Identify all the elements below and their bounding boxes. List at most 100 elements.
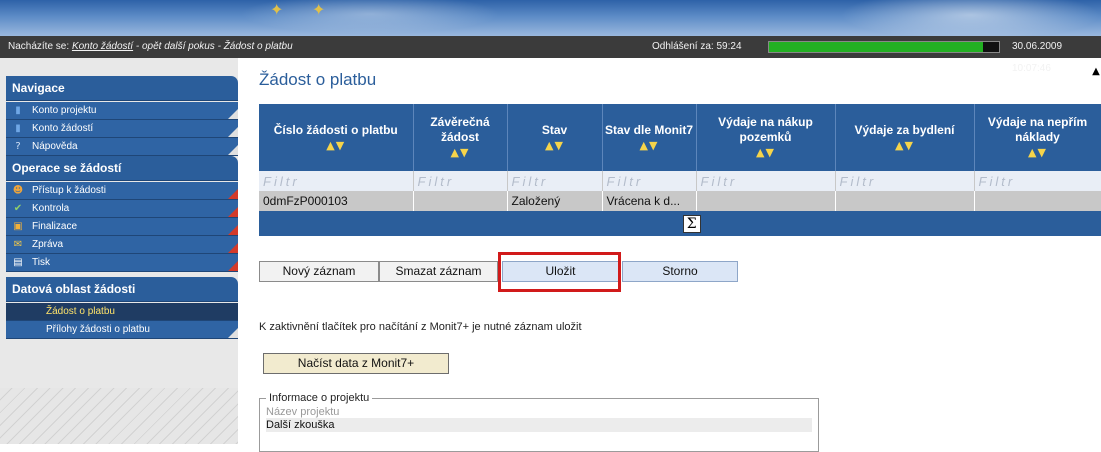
- sidebar-item-kontrola[interactable]: ✔ Kontrola: [6, 200, 238, 218]
- filter-input[interactable]: Filtr: [413, 171, 508, 191]
- table-cell: [696, 191, 836, 211]
- project-name-value: Další zkouška: [266, 418, 812, 432]
- sidebar-item-label: Tisk: [32, 257, 50, 268]
- sidebar: Navigace ▮ Konto projektu ▮ Konto žádost…: [0, 58, 238, 444]
- corner-decoration: [228, 145, 238, 155]
- corner-decoration: [228, 261, 238, 271]
- sidebar-item-prilohy-zadosti[interactable]: Přílohy žádosti o platbu: [6, 321, 238, 339]
- column-label: Číslo žádosti o platbu: [273, 122, 398, 137]
- scroll-up-arrow-icon[interactable]: ▲: [1091, 66, 1101, 78]
- sort-arrows-icon[interactable]: ▲▼: [977, 145, 1099, 160]
- main-content: Žádost o platbu Číslo žádosti o platbu ▲▼…: [238, 58, 1101, 452]
- sidebar-item-label: Zpráva: [32, 239, 64, 250]
- sidebar-item-label: Konto žádostí: [32, 123, 94, 134]
- table-cell: Založený: [507, 191, 603, 211]
- sidebar-item-label: Přílohy žádosti o platbu: [46, 324, 150, 335]
- sidebar-item-zadost-o-platbu[interactable]: Žádost o platbu: [6, 303, 238, 321]
- table-row[interactable]: 0dmFzP000103 Založený Vrácena k d...: [259, 191, 1101, 211]
- document-icon: ▤: [13, 257, 23, 268]
- column-header-stav-dle-monit7[interactable]: Stav dle Monit7 ▲▼: [602, 104, 697, 171]
- column-label: Stav: [541, 122, 568, 137]
- project-name-label: Název projektu: [266, 406, 340, 418]
- logout-timer: Odhlášení za: 59:24: [652, 41, 742, 52]
- column-header-vydaje-pozemky[interactable]: Výdaje na nákup pozemků ▲▼: [696, 104, 836, 171]
- table-footer-row: Σ: [259, 211, 1101, 236]
- filter-input[interactable]: Filtr: [602, 171, 697, 191]
- session-progress-fill: [769, 42, 983, 52]
- table-cell: Vrácena k d...: [602, 191, 697, 211]
- status-bar: Nacházíte se: Konto žádostí - opět další…: [0, 36, 1101, 74]
- sidebar-item-tisk[interactable]: ▤ Tisk: [6, 254, 238, 272]
- corner-decoration: [228, 225, 238, 235]
- corner-decoration: [228, 243, 238, 253]
- sidebar-item-label: Finalizace: [32, 221, 78, 232]
- sidebar-item-konto-zadosti[interactable]: ▮ Konto žádostí: [6, 120, 238, 138]
- filter-input[interactable]: Filtr: [696, 171, 836, 191]
- sidebar-item-finalizace[interactable]: ▣ Finalizace: [6, 218, 238, 236]
- filter-input[interactable]: Filtr: [974, 171, 1101, 191]
- cancel-button[interactable]: Storno: [622, 261, 738, 282]
- table-cell: [835, 191, 975, 211]
- corner-decoration: [228, 328, 238, 338]
- users-icon: ☻: [12, 185, 24, 196]
- sum-icon[interactable]: Σ: [682, 214, 701, 233]
- project-info-legend: Informace o projektu: [269, 392, 370, 404]
- sort-arrows-icon[interactable]: ▲▼: [416, 145, 505, 160]
- page-title: Žádost o platbu: [259, 70, 377, 89]
- breadcrumb: Nacházíte se: Konto žádostí - opět další…: [8, 36, 293, 58]
- sidebar-section-operace: Operace se žádostí: [6, 156, 238, 181]
- sort-arrows-icon[interactable]: ▲▼: [261, 138, 411, 153]
- column-header-vydaje-bydleni[interactable]: Výdaje za bydlení ▲▼: [835, 104, 975, 171]
- header-banner: ✦ ✦: [0, 0, 1101, 36]
- sidebar-section-datova-oblast: Datová oblast žádosti: [6, 277, 238, 302]
- sidebar-item-label: Přístup k žádosti: [32, 185, 106, 196]
- info-message: K zaktivnění tlačítek pro načítání z Mon…: [259, 321, 582, 333]
- book-icon: ▮: [15, 123, 21, 134]
- column-label: Stav dle Monit7: [604, 122, 693, 137]
- table-cell: [974, 191, 1101, 211]
- column-label: Výdaje za bydlení: [854, 122, 955, 137]
- column-header-vydaje-neprime[interactable]: Výdaje na nepřím náklady ▲▼: [974, 104, 1101, 171]
- project-info-fieldset: Informace o projektu Název projektu Dalš…: [259, 392, 819, 452]
- filter-input[interactable]: Filtr: [259, 171, 414, 191]
- sort-arrows-icon[interactable]: ▲▼: [605, 138, 694, 153]
- sidebar-item-label: Konto projektu: [32, 105, 97, 116]
- sidebar-item-napoveda[interactable]: ? Nápověda: [6, 138, 238, 156]
- check-icon: ✔: [13, 203, 23, 214]
- sort-arrows-icon[interactable]: ▲▼: [699, 145, 833, 160]
- corner-decoration: [228, 207, 238, 217]
- table-cell: [413, 191, 508, 211]
- table-cell: 0dmFzP000103: [259, 191, 414, 211]
- column-header-cislo-zadosti[interactable]: Číslo žádosti o platbu ▲▼: [259, 104, 414, 171]
- payment-requests-table: Číslo žádosti o platbu ▲▼ Závěrečná žádos…: [259, 104, 1101, 236]
- sidebar-item-konto-projektu[interactable]: ▮ Konto projektu: [6, 102, 238, 120]
- sidebar-item-label: Nápověda: [32, 141, 78, 152]
- session-progress-bar: [768, 41, 1000, 53]
- mail-icon: ✉: [13, 239, 23, 250]
- banner-decoration: [840, 0, 1101, 36]
- column-header-zaverecna-zadost[interactable]: Závěrečná žádost ▲▼: [413, 104, 508, 171]
- sidebar-item-pristup-k-zadosti[interactable]: ☻ Přístup k žádosti: [6, 182, 238, 200]
- sort-arrows-icon[interactable]: ▲▼: [838, 138, 972, 153]
- delete-record-button[interactable]: Smazat záznam: [379, 261, 498, 282]
- new-record-button[interactable]: Nový záznam: [259, 261, 379, 282]
- save-button-highlight: [498, 252, 621, 292]
- sidebar-item-label: Žádost o platbu: [46, 306, 115, 317]
- corner-decoration: [228, 189, 238, 199]
- breadcrumb-link-konto-zadosti[interactable]: Konto žádostí: [72, 41, 133, 52]
- sidebar-background-pattern: [0, 388, 238, 444]
- breadcrumb-current: - opět další pokus - Žádost o platbu: [135, 41, 293, 52]
- column-label: Výdaje na nepřím náklady: [987, 115, 1088, 144]
- sidebar-item-label: Kontrola: [32, 203, 70, 214]
- sidebar-item-zprava[interactable]: ✉ Zpráva: [6, 236, 238, 254]
- filter-input[interactable]: Filtr: [507, 171, 603, 191]
- book-icon: ▮: [15, 105, 21, 116]
- star-icon: ✦: [270, 0, 284, 19]
- filter-input[interactable]: Filtr: [835, 171, 975, 191]
- column-header-stav[interactable]: Stav ▲▼: [507, 104, 603, 171]
- breadcrumb-prefix: Nacházíte se:: [8, 41, 70, 52]
- corner-decoration: [228, 109, 238, 119]
- sort-arrows-icon[interactable]: ▲▼: [510, 138, 600, 153]
- load-monit7-button[interactable]: Načíst data z Monit7+: [263, 353, 449, 374]
- column-label: Závěrečná žádost: [430, 115, 490, 144]
